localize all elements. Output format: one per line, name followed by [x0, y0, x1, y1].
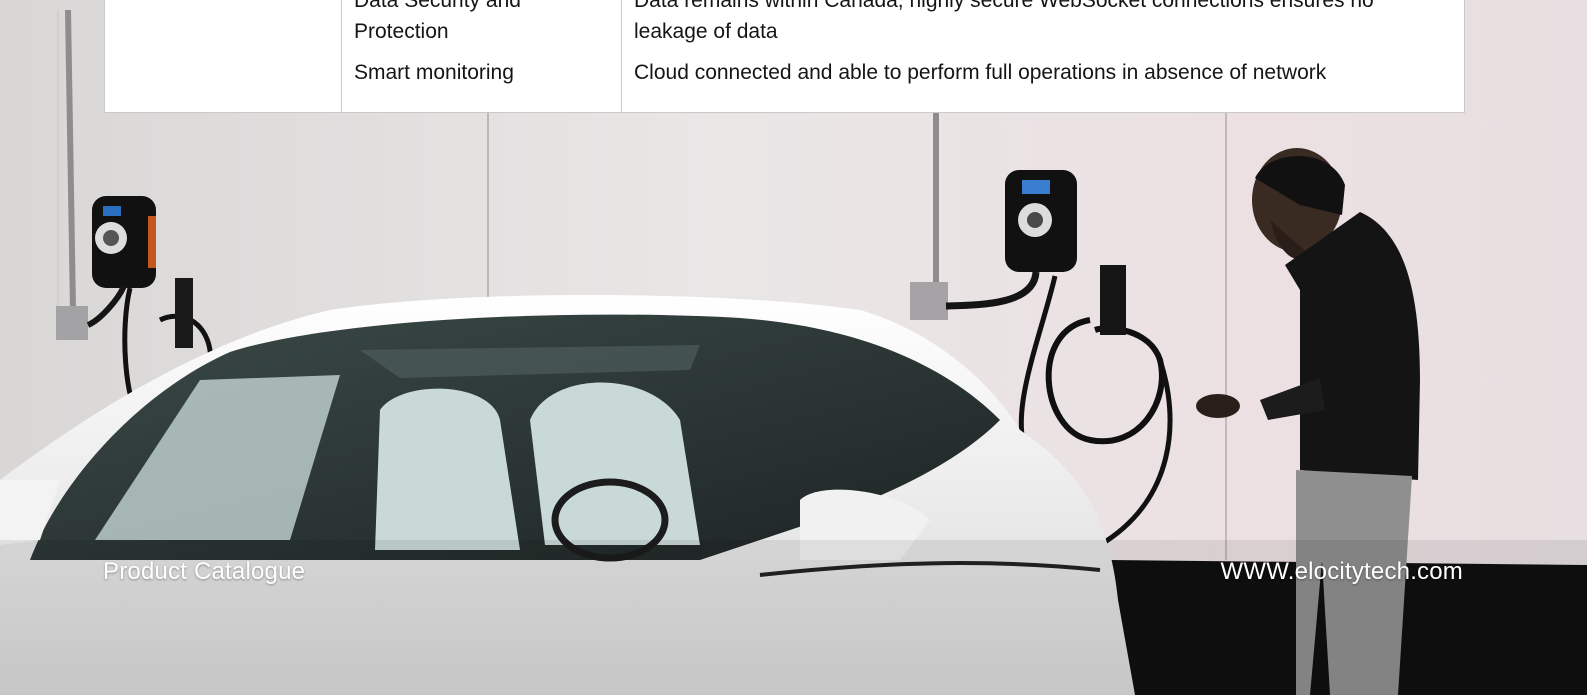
description-cell: Data remains within Canada, highly secur… — [634, 0, 1374, 43]
feature-cell: Smart monitoring — [341, 47, 622, 113]
table-cell-empty — [104, 0, 342, 47]
table-row: Smart monitoring Cloud connected and abl… — [104, 47, 1465, 113]
table-row: Data Security and Protection Data remain… — [104, 0, 1465, 47]
spec-table: Data Security and Protection Data remain… — [104, 0, 1465, 113]
footer-catalogue-label: Product Catalogue — [103, 558, 306, 585]
feature-cell: Data Security and Protection — [341, 0, 622, 47]
footer-website-label: WWW.elocitytech.com — [1220, 558, 1463, 585]
description-cell: Cloud connected and able to perform full… — [634, 61, 1327, 84]
table-cell-empty — [104, 47, 342, 113]
